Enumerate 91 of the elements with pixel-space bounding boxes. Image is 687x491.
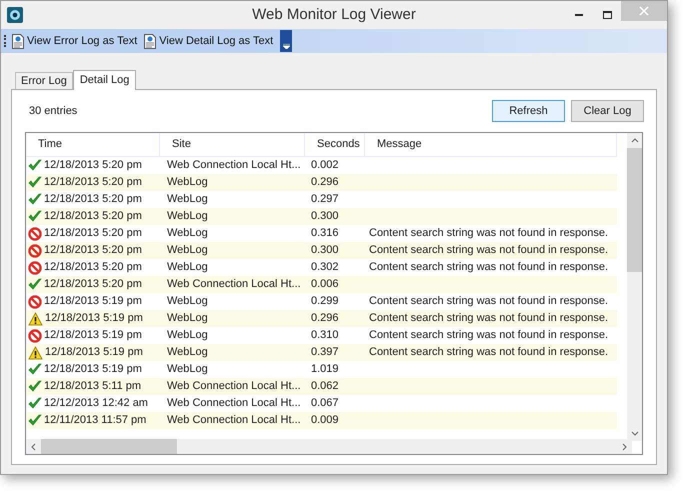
tab[interactable]: Detail Log xyxy=(72,70,136,90)
action-button[interactable]: Clear Log xyxy=(571,100,644,122)
no-entry-icon xyxy=(28,226,42,240)
check-icon xyxy=(28,278,42,291)
table-cell-text: 0.299 xyxy=(311,294,339,310)
table-cell-text: 0.296 xyxy=(311,311,339,326)
table-cell-text: Content search string was not found in response. xyxy=(369,260,608,276)
no-entry-icon xyxy=(28,294,42,308)
table-cell-text: 12/18/2013 5:20 pm xyxy=(44,226,142,242)
table-cell-text: 12/18/2013 5:20 pm xyxy=(44,243,142,258)
table-cell-text: Content search string was not found in response. xyxy=(369,328,608,344)
table-cell-text: 12/11/2013 11:57 pm xyxy=(44,413,146,428)
table-cell-text: 12/18/2013 5:20 pm xyxy=(44,260,142,276)
table-cell-text: 0.310 xyxy=(311,328,339,344)
table-cell-text: 12/18/2013 5:19 pm xyxy=(45,345,143,360)
table-cell-text: 0.062 xyxy=(311,379,339,394)
warning-icon xyxy=(28,312,43,326)
table-cell-text: 0.296 xyxy=(311,175,339,190)
table-cell-text: 0.297 xyxy=(311,192,339,208)
check-icon xyxy=(28,176,42,189)
table-cell-text: 0.302 xyxy=(311,260,339,276)
table-cell-text: 0.300 xyxy=(311,243,339,258)
overflow-button[interactable] xyxy=(280,30,292,52)
table-cell-text: 12/18/2013 5:19 pm xyxy=(44,362,142,378)
table-cell-text: 0.067 xyxy=(311,396,339,412)
window-title: Web Monitor Log Viewer xyxy=(252,4,416,25)
table-cell-text: 0.009 xyxy=(311,413,339,428)
table-cell-text: Web Connection Local Ht... xyxy=(167,277,301,292)
table-cell-text: 12/18/2013 5:20 pm xyxy=(44,209,142,224)
table-cell-text: 0.397 xyxy=(311,345,339,360)
table-cell-text: 12/18/2013 5:20 pm xyxy=(44,277,142,292)
column-header[interactable]: Time xyxy=(26,133,160,156)
table-cell-text: 12/18/2013 5:19 pm xyxy=(45,311,143,326)
table-cell-text: Content search string was not found in response. xyxy=(369,311,608,326)
eye-icon xyxy=(7,7,23,23)
table-cell-text: WebLog xyxy=(167,260,208,276)
document-icon xyxy=(11,34,25,48)
check-icon xyxy=(28,159,42,172)
dropdown-icon xyxy=(282,44,290,49)
table-cell-text: 12/18/2013 5:11 pm xyxy=(44,379,142,394)
table-cell-text: Web Connection Local Ht... xyxy=(167,158,301,174)
table-cell-text: 0.300 xyxy=(311,209,339,224)
table-cell-text: 12/18/2013 5:19 pm xyxy=(44,294,142,310)
table-cell-text: WebLog xyxy=(167,226,208,242)
table-cell-text: Content search string was not found in response. xyxy=(369,345,608,360)
table-cell-text: 12/12/2013 12:42 am xyxy=(44,396,148,412)
no-entry-icon xyxy=(28,328,42,342)
toolbar-button[interactable]: View Detail Log as Text xyxy=(142,31,274,51)
document-icon xyxy=(143,34,158,48)
action-button[interactable]: Refresh xyxy=(492,100,565,122)
table-cell-text: WebLog xyxy=(167,328,208,344)
table-cell-text: WebLog xyxy=(167,209,208,224)
check-icon xyxy=(28,210,42,223)
table-cell-text: 12/18/2013 5:20 pm xyxy=(44,192,142,208)
entry-count: 30 entries xyxy=(29,104,78,119)
tab[interactable]: Error Log xyxy=(15,72,73,89)
table-cell-text: WebLog xyxy=(167,362,208,378)
table-cell-text: Content search string was not found in response. xyxy=(369,226,608,242)
check-icon xyxy=(28,193,42,206)
table-cell-text: WebLog xyxy=(167,243,208,258)
column-header[interactable]: Message xyxy=(365,133,617,156)
check-icon xyxy=(28,363,42,376)
table-cell-text: 0.006 xyxy=(311,277,339,292)
check-icon xyxy=(28,397,42,410)
horizontal-scrollbar[interactable] xyxy=(26,439,632,454)
table-cell-text: Content search string was not found in response. xyxy=(369,294,608,310)
check-icon xyxy=(28,380,42,393)
table-cell-text: WebLog xyxy=(167,345,208,360)
vertical-scrollbar[interactable] xyxy=(627,133,642,441)
no-entry-icon xyxy=(28,244,42,258)
table-cell-text: WebLog xyxy=(167,294,208,310)
table-cell-text: Web Connection Local Ht... xyxy=(167,396,301,412)
table-cell-text: 12/18/2013 5:19 pm xyxy=(44,328,142,344)
warning-icon xyxy=(28,346,43,360)
toolbar-button[interactable]: View Error Log as Text xyxy=(10,31,138,51)
table-cell-text: Content search string was not found in response. xyxy=(369,243,608,258)
table-cell-text: 12/18/2013 5:20 pm xyxy=(44,158,142,174)
no-entry-icon xyxy=(28,260,42,274)
table-cell-text: 0.316 xyxy=(311,226,339,242)
column-header[interactable]: Seconds xyxy=(305,133,365,156)
table-cell-text: WebLog xyxy=(167,192,208,208)
table-cell-text: 0.002 xyxy=(311,158,339,174)
close-icon xyxy=(639,6,649,16)
table-cell-text: 1.019 xyxy=(311,362,339,378)
table-cell-text: WebLog xyxy=(167,311,208,326)
table-cell-text: 12/18/2013 5:20 pm xyxy=(44,175,142,190)
column-header[interactable]: Site xyxy=(160,133,305,156)
table-cell-text: Web Connection Local Ht... xyxy=(167,379,301,394)
check-icon xyxy=(28,414,42,427)
table-cell-text: WebLog xyxy=(167,175,208,190)
table-cell-text: Web Connection Local Ht... xyxy=(167,413,301,428)
